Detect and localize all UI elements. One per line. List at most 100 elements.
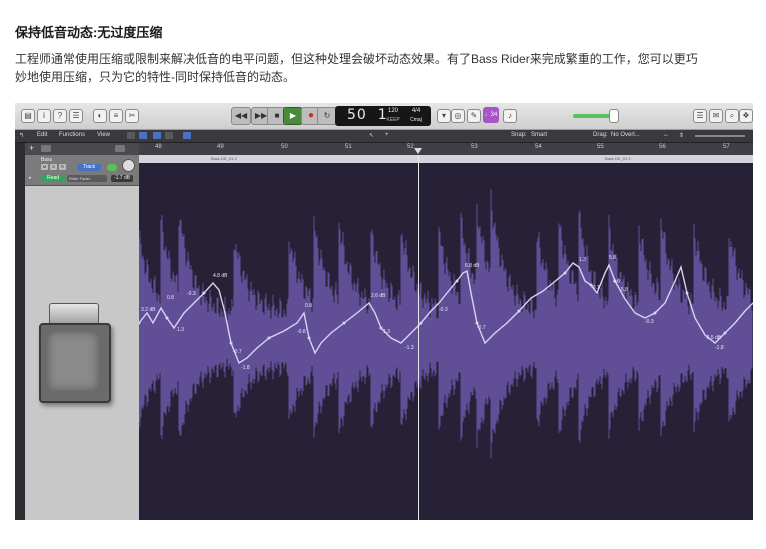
bass-amp-icon [39,303,111,403]
automation-node[interactable] [267,336,271,340]
metronome-icon[interactable]: ♪ [503,109,517,123]
article-title: 保持低音动态:无过度压缩 [15,25,163,40]
mixer-icon[interactable]: ≡ [109,109,123,123]
search-icon[interactable]: ⌕ [725,109,739,123]
pointer-tool-icon[interactable]: ↖ [369,132,374,139]
snap-select[interactable]: Smart [531,132,547,138]
catch-icon[interactable] [183,132,191,139]
region-header[interactable]: Bass DE_01.3 Bass DE_01.3 [139,155,753,163]
automation-label: 0.8 [167,295,174,301]
notepad-icon[interactable]: ✉ [709,109,723,123]
automation-node[interactable] [229,341,233,345]
zoom-slider[interactable] [695,135,745,137]
menu-edit[interactable]: Edit [37,132,47,138]
automation-param-select[interactable]: Rider Fader [67,175,107,182]
region-name: Bass DE_01.3 [211,156,237,161]
automation-node[interactable] [419,321,423,325]
playhead-handle[interactable] [414,148,422,154]
library-icon[interactable]: ▤ [21,109,35,123]
automation-node[interactable] [342,321,346,325]
automation-node[interactable] [307,336,311,340]
play-button[interactable]: ▶ [283,107,303,125]
pencil-icon[interactable]: ✎ [467,109,481,123]
list-editors-icon[interactable]: ☰ [693,109,707,123]
browser-icon[interactable]: ❖ [739,109,753,123]
secondary-tool-icon[interactable]: + [385,132,389,138]
toolbar-icon[interactable]: ☰ [69,109,83,123]
lcd-dropdown-icon[interactable]: ▾ [437,109,451,123]
lcd-time-sig: 4/4 [411,108,421,114]
automation-label: -1.3 [405,345,414,351]
solo-button[interactable]: S [50,164,57,170]
automation-node[interactable] [563,271,567,275]
track-button[interactable]: Track [77,164,101,171]
ruler-mark: 57 [723,144,730,150]
automation-node[interactable] [723,331,727,335]
master-volume-slider[interactable] [573,114,613,118]
automation-mode-select[interactable]: Read [41,175,65,182]
automation-label: 5.8 [609,255,616,261]
scissors-icon[interactable]: ✂ [125,109,139,123]
mute-button[interactable]: M [41,164,48,170]
record-enable-button[interactable]: R [59,164,66,170]
automation-node[interactable] [455,279,459,283]
rewind-button[interactable]: ◀◀ [231,107,251,125]
automation-value[interactable]: -1.7 dB [111,175,133,182]
cycle-button[interactable]: ↻ [317,107,337,125]
master-volume-knob[interactable] [609,109,619,123]
flex-icon[interactable] [165,132,173,139]
automation-label: -0.7 [233,349,242,355]
add-track-icon[interactable]: + [29,143,34,153]
automation-node[interactable] [653,311,657,315]
automation-label: 2.6 dB [371,293,386,299]
volume-knob[interactable] [122,159,135,172]
track-name: Bass [41,157,53,163]
automation-label: -1.8 [241,365,250,371]
automation-label: 1.3 [383,329,390,335]
track-row-bass[interactable]: ▸ Bass M S R Track Read Rider Fader -1.7… [25,155,139,186]
global-tracks-icon[interactable] [115,145,125,152]
automation-label: -0.8 [297,329,306,335]
automation-label: -0.3 [187,291,196,297]
waveform-zoom-icon[interactable]: ⇕ [679,132,684,139]
inspector-strip [15,143,25,520]
drag-select[interactable]: No Overl... [611,132,640,138]
bar-ruler[interactable]: 48 49 50 51 52 53 54 55 56 57 [139,143,753,155]
automation-node[interactable] [165,316,169,320]
waveform-region[interactable]: 3.2 dB 0.8 1.3 -0.3 4.8 dB -0.7 -1.8 -0.8 0.8 2.6… [139,163,753,520]
toggle-switch[interactable] [107,164,117,171]
playhead[interactable] [418,155,419,520]
arrange-area[interactable]: 48 49 50 51 52 53 54 55 56 57 Bass DE_01… [139,143,753,520]
automation-label: 5.8 [621,287,628,293]
count-in-button[interactable]: ♩34 [483,107,499,123]
automation-node[interactable] [517,309,521,313]
automation-label: -0.7 [477,325,486,331]
lcd-tempo-label: KEEP [386,117,400,123]
snap-label: Snap: [511,132,527,138]
automation-node[interactable] [202,291,206,295]
grid-view-icon[interactable] [127,132,135,139]
region-name: Bass DE_01.3 [605,156,631,161]
folder-icon[interactable] [41,145,51,152]
disclosure-icon[interactable]: ▸ [29,175,32,181]
automation-node[interactable] [685,291,689,295]
ruler-mark: 54 [535,144,542,150]
lcd-display[interactable]: 50 1 120 KEEP 4/4 Cmaj [335,106,431,126]
tuner-icon[interactable]: ◎ [451,109,465,123]
lcd-tempo: 120 [387,108,398,114]
automation-label: 4.8 dB [213,273,228,279]
help-icon[interactable]: ? [53,109,67,123]
menu-view[interactable]: View [97,132,110,138]
waveform-view-icon[interactable] [139,132,147,139]
ruler-mark: 50 [281,144,288,150]
automation-label: -2.5 dB [705,335,722,341]
automation-view-icon[interactable] [153,132,161,139]
zoom-icon[interactable]: ↔ [663,132,669,138]
ruler-mark: 49 [217,144,224,150]
automation-label: -0.3 [645,319,654,325]
info-icon[interactable]: i [37,109,51,123]
automation-label: 0.8 [305,303,312,309]
menu-functions[interactable]: Functions [59,132,85,138]
back-icon[interactable]: ↰ [19,132,24,139]
smart-controls-icon[interactable]: ◐ [93,109,107,123]
